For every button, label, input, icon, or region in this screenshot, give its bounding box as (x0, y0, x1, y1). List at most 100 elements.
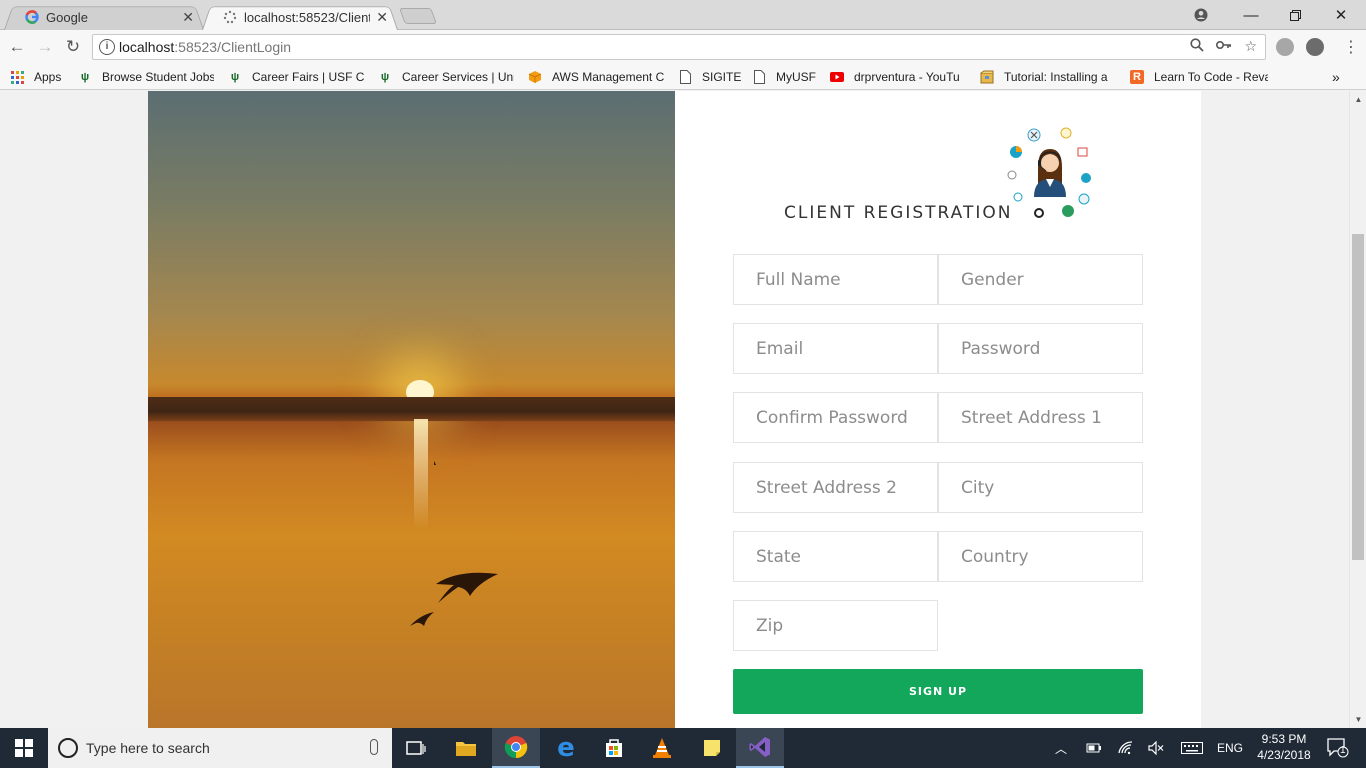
tab-google[interactable]: Google ✕ (4, 4, 204, 30)
minimize-button[interactable]: — (1228, 0, 1274, 30)
url-path: :58523/ClientLogin (174, 39, 292, 55)
bookmark-label: Apps (34, 70, 62, 84)
bookmark-learn-to-code[interactable]: R Learn To Code - Reva (1130, 69, 1268, 85)
city-input[interactable] (961, 477, 1142, 498)
edge-icon[interactable]: e (542, 728, 590, 768)
street-address-2-input[interactable] (756, 477, 937, 498)
bookmark-star-icon[interactable]: ☆ (1244, 38, 1257, 55)
apps-grid-icon (10, 70, 24, 84)
street-address-1-input[interactable] (961, 407, 1142, 428)
gender-field[interactable] (938, 254, 1143, 305)
sunset-photo (148, 91, 675, 728)
bookmark-browse-student-jobs[interactable]: ψ Browse Student Jobs (78, 69, 214, 85)
bookmarks-bar: Apps ψ Browse Student Jobs ψ Career Fair… (0, 64, 1366, 90)
bookmark-label: MyUSF (776, 70, 816, 84)
tab-client-login[interactable]: localhost:58523/ClientLo ✕ (202, 4, 398, 30)
page-scrollbar[interactable]: ▲ ▼ (1349, 91, 1366, 728)
country-field[interactable] (938, 531, 1143, 582)
sign-up-button[interactable]: SIGN UP (733, 669, 1143, 714)
email-field[interactable] (733, 323, 938, 374)
keyboard-icon[interactable] (1178, 728, 1206, 768)
country-input[interactable] (961, 546, 1142, 567)
profile-icon[interactable] (1178, 0, 1224, 30)
show-hidden-icons-chevron-icon[interactable]: ︿ (1052, 728, 1070, 768)
windows-taskbar: Type here to search e ︿ ENG 9:53 PM 4/23… (0, 728, 1366, 768)
store-icon[interactable] (590, 728, 638, 768)
bookmark-label: Browse Student Jobs (102, 70, 214, 84)
state-field[interactable] (733, 531, 938, 582)
street-address-2-field[interactable] (733, 462, 938, 513)
back-button[interactable]: ← (6, 36, 28, 58)
microphone-icon[interactable] (370, 739, 378, 755)
password-field[interactable] (938, 323, 1143, 374)
bookmark-sigite[interactable]: SIGITE (678, 69, 744, 85)
street-address-1-field[interactable] (938, 392, 1143, 443)
input-language[interactable]: ENG (1212, 728, 1248, 768)
tab-title: Google (46, 9, 88, 25)
bookmark-youtube[interactable]: drprventura - YouTu (830, 69, 966, 85)
bookmark-apps[interactable]: Apps (10, 69, 70, 85)
chrome-icon[interactable] (492, 728, 540, 768)
zoom-search-icon[interactable] (1190, 38, 1205, 55)
email-input[interactable] (756, 338, 937, 359)
usf-bull-icon: ψ (230, 71, 240, 83)
search-placeholder: Type here to search (86, 740, 210, 756)
full-name-input[interactable] (756, 269, 937, 290)
bookmarks-overflow-button[interactable]: » (1332, 69, 1346, 85)
city-field[interactable] (938, 462, 1143, 513)
restore-button[interactable] (1272, 0, 1318, 30)
address-bar[interactable]: i localhost:58523/ClientLogin ☆ (92, 34, 1266, 60)
usf-bull-icon: ψ (80, 71, 90, 83)
menu-icon[interactable]: ⋮ (1340, 36, 1362, 58)
page-viewport: CLIENT REGISTRATION SIGN UP (0, 91, 1349, 728)
bookmark-career-services[interactable]: ψ Career Services | Uni (378, 69, 514, 85)
scroll-up-arrow-icon[interactable]: ▲ (1350, 91, 1366, 108)
bookmark-label: AWS Management C (552, 70, 664, 84)
visual-studio-icon[interactable] (736, 728, 784, 768)
new-tab-button[interactable] (399, 8, 437, 24)
action-center-icon[interactable]: 1 (1318, 728, 1358, 768)
scrollbar-thumb[interactable] (1352, 234, 1364, 560)
page-icon (752, 70, 766, 84)
sticky-notes-icon[interactable] (688, 728, 736, 768)
windows-start-button[interactable] (0, 728, 48, 768)
reload-button[interactable]: ↻ (62, 36, 84, 58)
clock-time: 9:53 PM (1261, 732, 1307, 746)
zip-input[interactable] (756, 615, 937, 636)
info-icon[interactable]: i (99, 39, 115, 55)
bookmark-career-fairs[interactable]: ψ Career Fairs | USF Ca (228, 69, 364, 85)
aws-cube-icon (528, 70, 542, 84)
bookmark-myusf[interactable]: MyUSF (752, 69, 818, 85)
bookmark-label: drprventura - YouTu (854, 70, 960, 84)
confirm-password-input[interactable] (756, 407, 937, 428)
full-name-field[interactable] (733, 254, 938, 305)
bookmark-aws-management[interactable]: AWS Management C (528, 69, 664, 85)
password-input[interactable] (961, 338, 1142, 359)
forward-button[interactable]: → (34, 36, 56, 58)
task-view-icon[interactable] (392, 728, 440, 768)
system-clock[interactable]: 9:53 PM 4/23/2018 (1249, 731, 1319, 763)
state-input[interactable] (756, 546, 937, 567)
wifi-icon[interactable] (1114, 728, 1138, 768)
revature-icon: R (1130, 70, 1144, 84)
battery-icon[interactable] (1082, 728, 1106, 768)
cortana-icon (58, 738, 78, 758)
tab-strip: Google ✕ localhost:58523/ClientLo ✕ — ✕ (0, 0, 1366, 30)
scroll-down-arrow-icon[interactable]: ▼ (1350, 711, 1366, 728)
file-explorer-icon[interactable] (442, 728, 490, 768)
close-tab-icon[interactable]: ✕ (376, 9, 388, 26)
volume-muted-icon[interactable] (1144, 728, 1168, 768)
extension-icon[interactable] (1306, 38, 1324, 56)
birds-silhouette (410, 461, 498, 626)
close-window-button[interactable]: ✕ (1318, 0, 1364, 30)
key-icon[interactable] (1216, 38, 1232, 55)
bookmark-tutorial[interactable]: Tutorial: Installing a (980, 69, 1116, 85)
taskbar-search-box[interactable]: Type here to search (48, 728, 392, 768)
vlc-icon[interactable] (638, 728, 686, 768)
confirm-password-field[interactable] (733, 392, 938, 443)
gender-input[interactable] (961, 269, 1142, 290)
bookmark-label: Learn To Code - Reva (1154, 70, 1268, 84)
close-tab-icon[interactable]: ✕ (182, 9, 194, 26)
zip-field[interactable] (733, 600, 938, 651)
extension-icon[interactable] (1276, 38, 1294, 56)
